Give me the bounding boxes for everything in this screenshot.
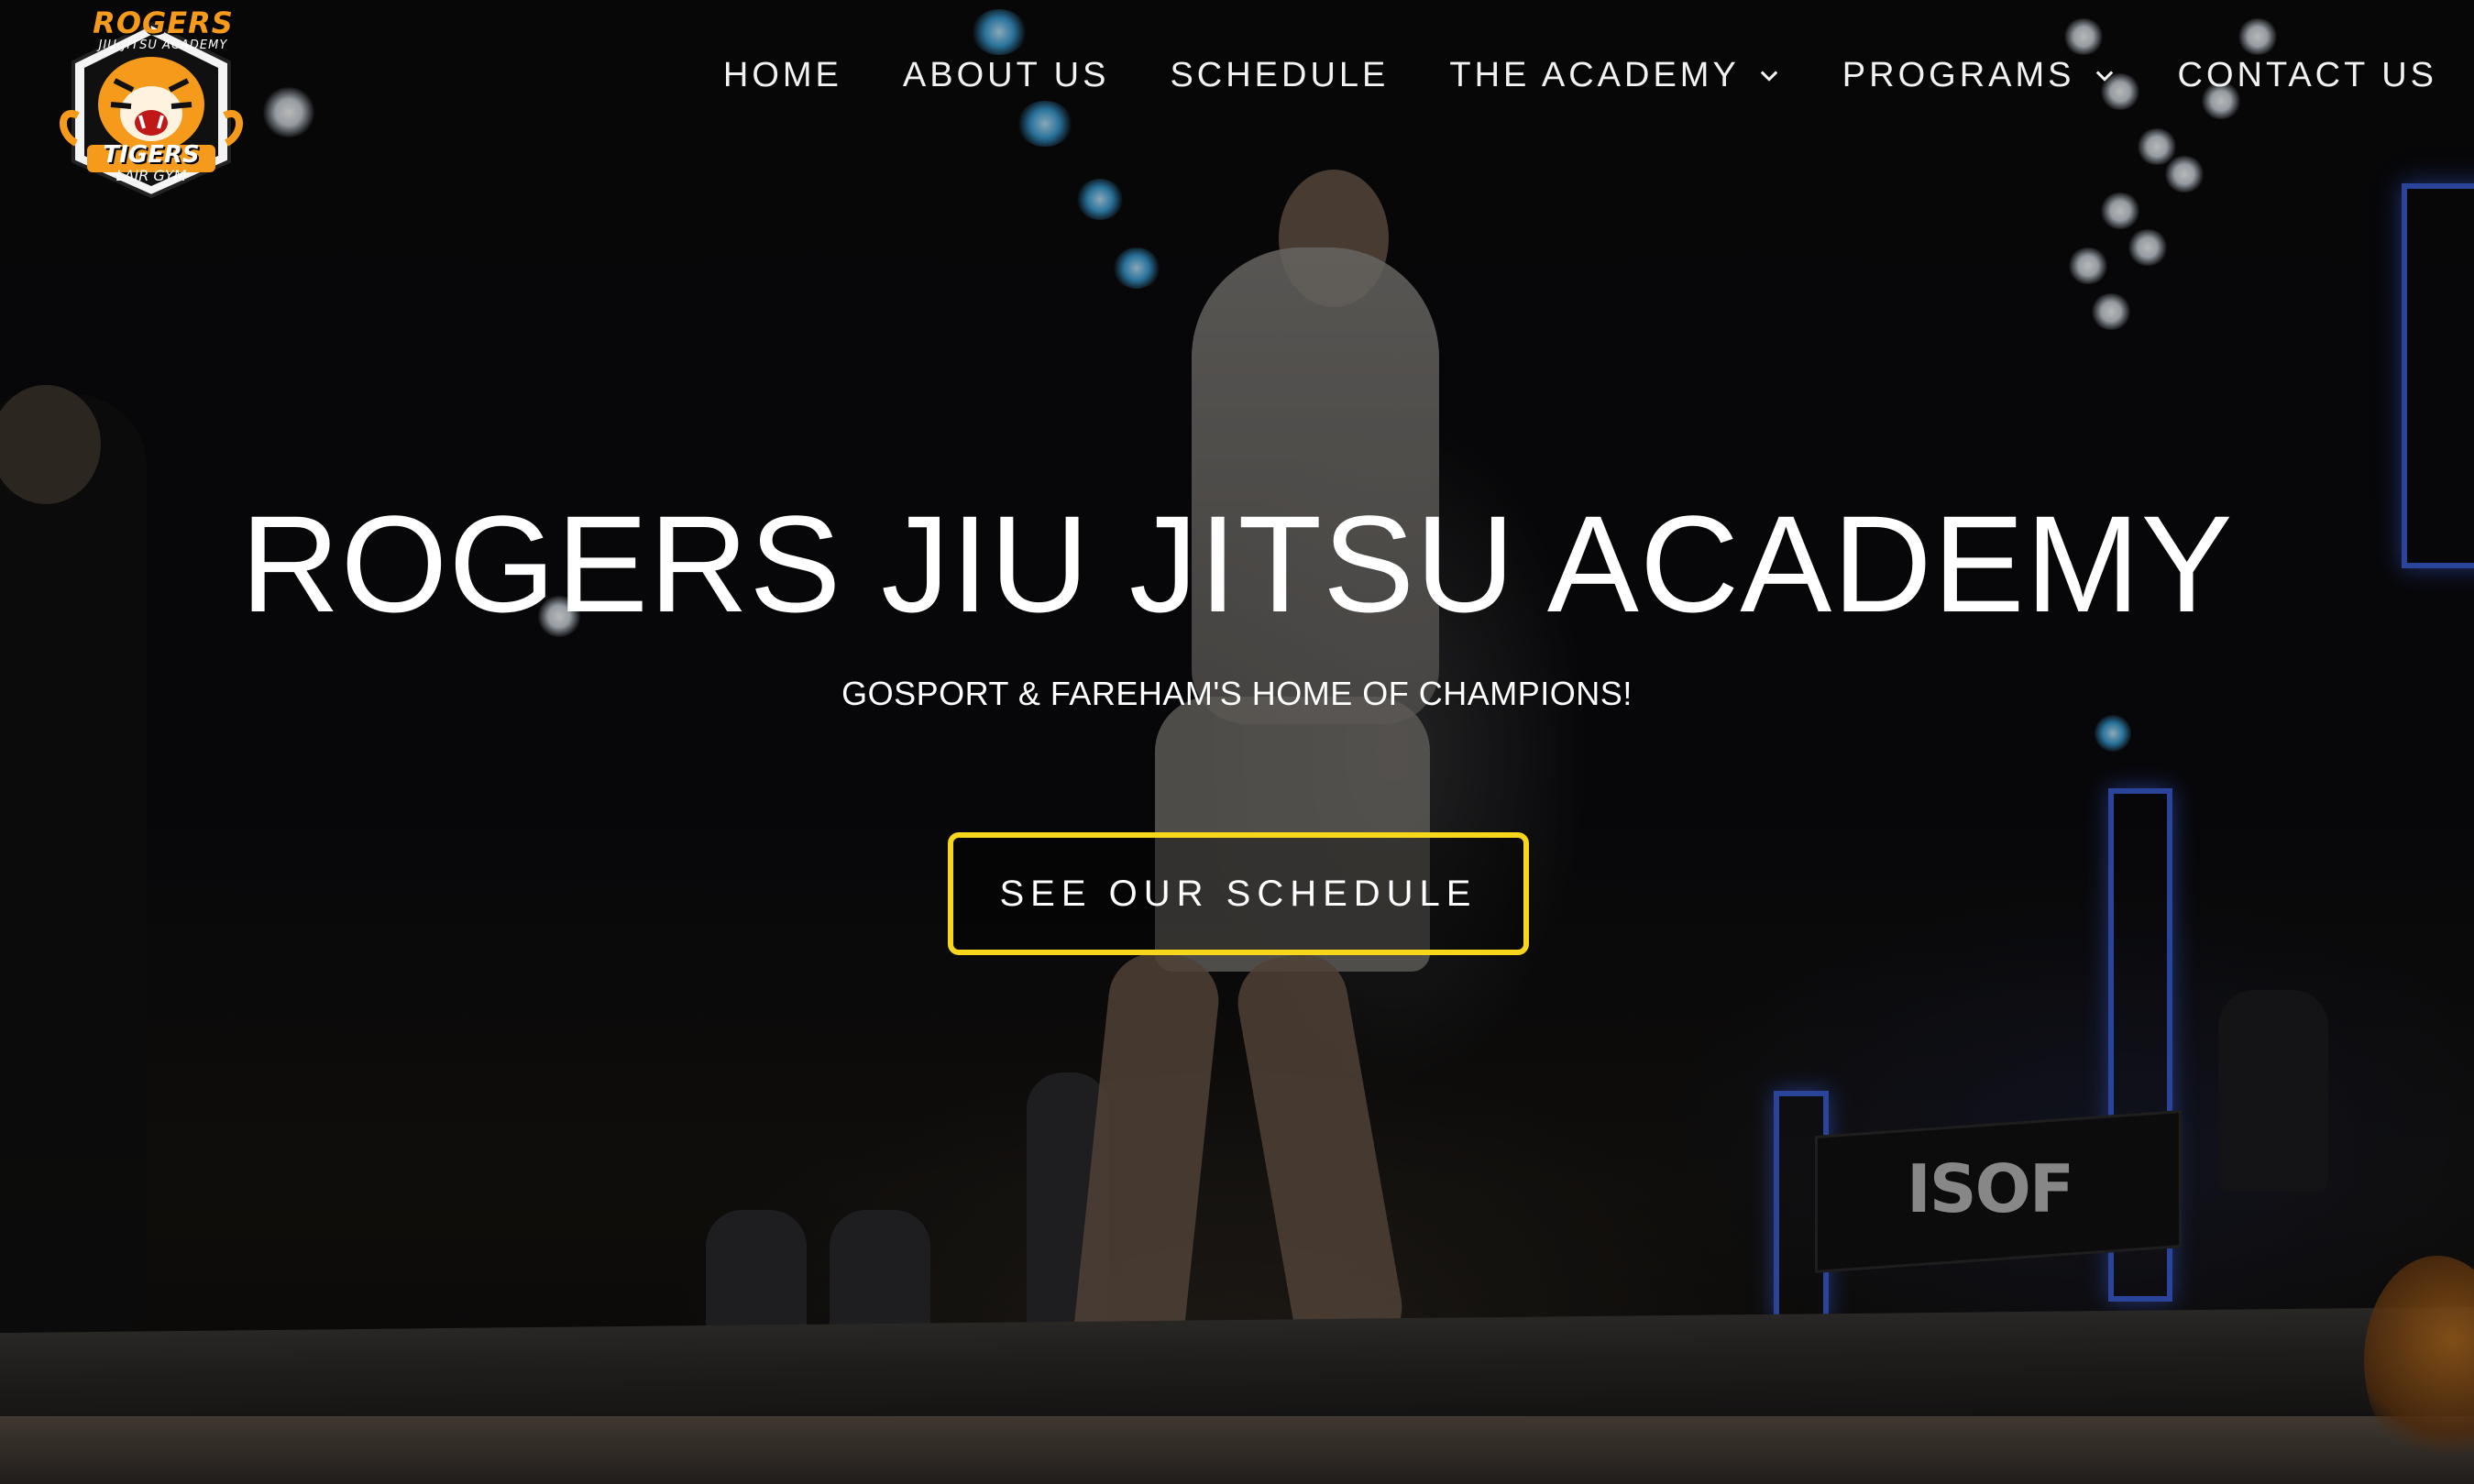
nav-label: SCHEDULE	[1170, 55, 1390, 94]
main-navigation: HOME ABOUT US SCHEDULE THE ACADEMY PROGR…	[663, 48, 2437, 103]
logo-wordmark-bottom: LAIR GYM	[115, 167, 187, 184]
nav-the-academy[interactable]: THE ACADEMY	[1449, 48, 1781, 103]
site-logo[interactable]: ROGERS JIU-JITSU ACADEMY TIGERS LAIR GYM	[41, 5, 261, 203]
logo-wordmark-mid: TIGERS	[103, 141, 200, 169]
hero-title: ROGERS JIU JITSU ACADEMY	[240, 487, 2234, 641]
see-schedule-button[interactable]: SEE OUR SCHEDULE	[948, 832, 1529, 955]
chevron-down-icon	[1760, 71, 1778, 82]
nav-home[interactable]: HOME	[723, 48, 842, 103]
nav-schedule[interactable]: SCHEDULE	[1170, 48, 1389, 103]
hero-subtitle: GOSPORT & FAREHAM'S HOME OF CHAMPIONS!	[841, 675, 1633, 712]
nav-about-us[interactable]: ABOUT US	[903, 48, 1110, 103]
nav-label: PROGRAMS	[1842, 55, 2075, 94]
nav-contact-us[interactable]: CONTACT US	[2178, 48, 2438, 103]
nav-label: HOME	[722, 55, 842, 94]
logo-wordmark-top: ROGERS	[93, 5, 234, 40]
logo-wordmark-sub: JIU-JITSU ACADEMY	[98, 38, 228, 52]
chevron-down-icon	[2095, 71, 2113, 82]
nav-programs[interactable]: PROGRAMS	[1842, 48, 2117, 103]
nav-label: ABOUT US	[902, 55, 1110, 94]
hero-background-video: ISOF	[0, 0, 2474, 1484]
nav-label: CONTACT US	[2177, 55, 2437, 94]
hero-dark-overlay	[0, 0, 2474, 1484]
cta-label: SEE OUR SCHEDULE	[999, 873, 1478, 914]
nav-label: THE ACADEMY	[1449, 55, 1740, 94]
